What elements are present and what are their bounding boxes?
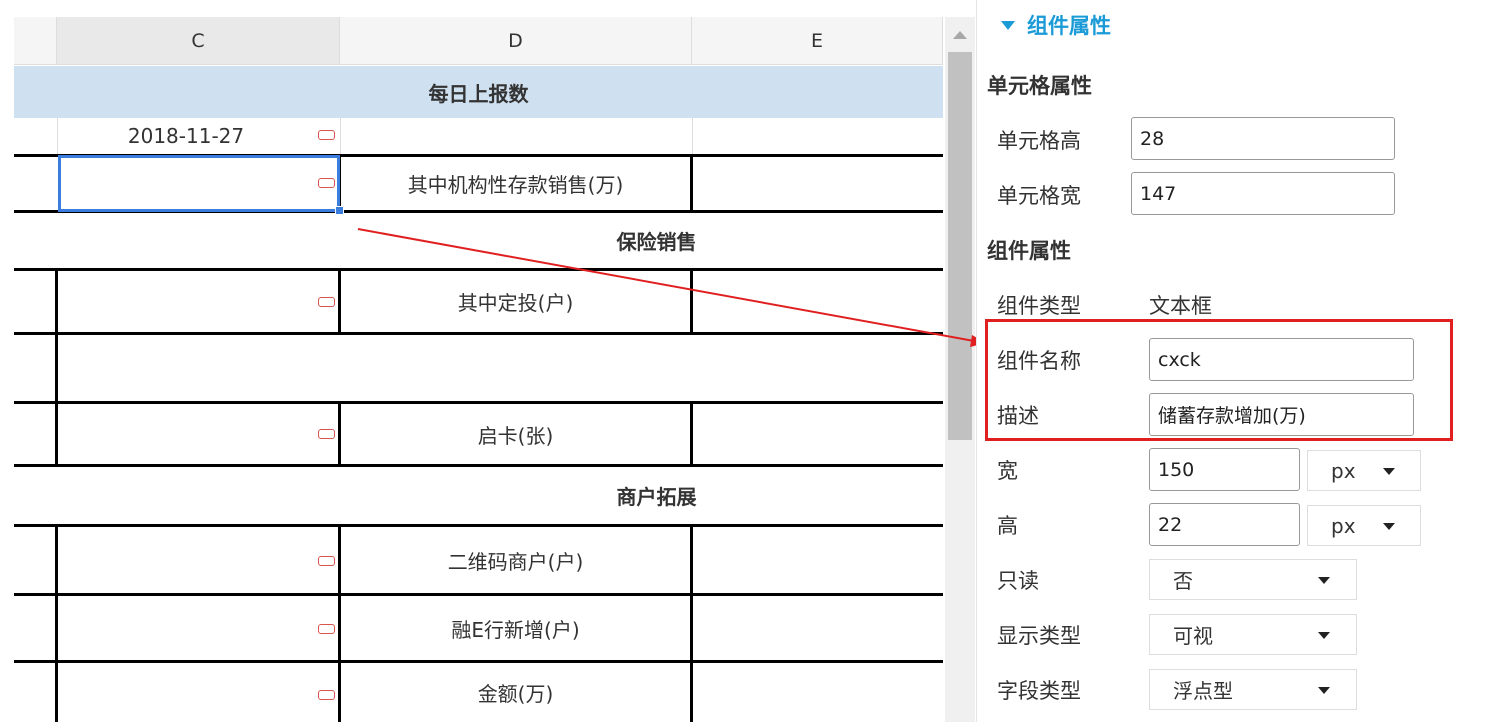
height-label: 高 <box>997 514 1018 538</box>
cell-width-input[interactable]: 147 <box>1131 172 1395 215</box>
height-input[interactable]: 22 <box>1149 503 1300 546</box>
dropdown-caret-icon <box>1318 577 1330 584</box>
display-type-select[interactable]: 可视 <box>1149 614 1357 655</box>
properties-panel: 组件属性 单元格属性 单元格高 28 单元格宽 147 组件属性 组件类型 文本… <box>976 0 1491 722</box>
dropdown-caret-icon <box>1318 632 1330 639</box>
display-type-value: 可视 <box>1173 624 1213 648</box>
readonly-value: 否 <box>1173 569 1193 593</box>
readonly-label: 只读 <box>997 569 1039 593</box>
field-type-value: 浮点型 <box>1173 679 1233 703</box>
panel-title-label: 组件属性 <box>1027 14 1111 38</box>
cell-height-input[interactable]: 28 <box>1131 117 1395 160</box>
width-unit-select[interactable]: px <box>1307 450 1421 491</box>
cell-height-label: 单元格高 <box>997 129 1081 153</box>
component-name-input[interactable]: cxck <box>1149 338 1414 381</box>
display-type-label: 显示类型 <box>997 624 1081 648</box>
field-type-select[interactable]: 浮点型 <box>1149 669 1357 710</box>
description-input[interactable]: 储蓄存款增加(万) <box>1149 393 1414 436</box>
description-label: 描述 <box>997 404 1039 428</box>
dropdown-caret-icon <box>1383 468 1395 475</box>
width-label: 宽 <box>997 459 1018 483</box>
height-unit-select[interactable]: px <box>1307 505 1421 546</box>
component-name-label: 组件名称 <box>997 349 1081 373</box>
component-properties-heading: 组件属性 <box>987 239 1071 263</box>
component-type-label: 组件类型 <box>997 294 1081 318</box>
panel-title[interactable]: 组件属性 <box>1001 10 1111 40</box>
cell-width-label: 单元格宽 <box>997 184 1081 208</box>
readonly-select[interactable]: 否 <box>1149 559 1357 600</box>
collapse-triangle-icon <box>1001 20 1015 30</box>
component-type-value: 文本框 <box>1149 294 1212 318</box>
field-type-label: 字段类型 <box>997 679 1081 703</box>
dropdown-caret-icon <box>1383 523 1395 530</box>
width-input[interactable]: 150 <box>1149 448 1300 491</box>
dropdown-caret-icon <box>1318 687 1330 694</box>
cell-properties-heading: 单元格属性 <box>987 74 1092 98</box>
height-unit-value: px <box>1331 513 1356 538</box>
width-unit-value: px <box>1331 458 1356 483</box>
